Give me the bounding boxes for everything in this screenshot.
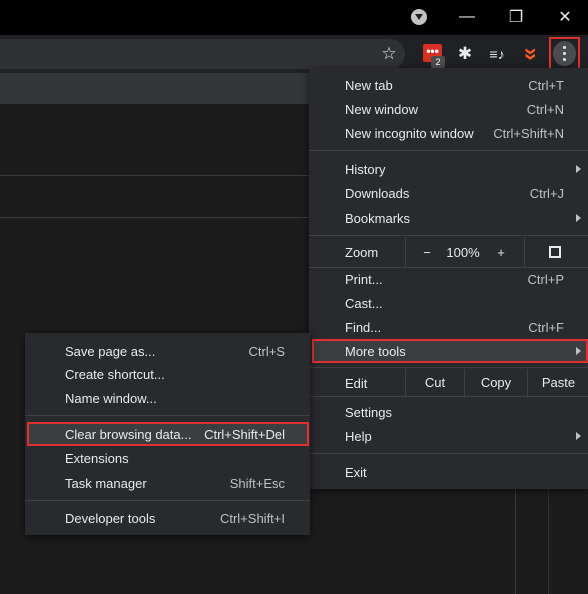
- menu-item-new-window[interactable]: New window Ctrl+N: [309, 97, 588, 121]
- menu-item-history[interactable]: History: [309, 157, 588, 181]
- menu-item-cast[interactable]: Cast...: [309, 291, 588, 315]
- menu-separator: [309, 150, 588, 151]
- restore-icon: ❐: [508, 9, 524, 26]
- menu-item-downloads[interactable]: Downloads Ctrl+J: [309, 181, 588, 205]
- zoom-label: Zoom: [345, 245, 379, 260]
- cut-button[interactable]: Cut: [405, 369, 464, 396]
- chevron-right-icon: [576, 214, 581, 222]
- menu-button[interactable]: [549, 37, 580, 70]
- fullscreen-icon: [549, 246, 561, 258]
- minimize-icon: —: [459, 8, 475, 25]
- clear-browsing-shortcut: Ctrl+Shift+Del: [204, 427, 285, 442]
- menu-item-create-shortcut[interactable]: Create shortcut...: [25, 362, 310, 386]
- menu-separator: [309, 453, 588, 454]
- scrollbar-track[interactable]: [515, 489, 516, 594]
- minimize-button[interactable]: —: [447, 0, 487, 34]
- chrome-main-menu: New tab Ctrl+T New window Ctrl+N New inc…: [309, 68, 588, 489]
- edit-row: Edit Cut Copy Paste: [309, 369, 588, 396]
- menu-item-new-tab[interactable]: New tab Ctrl+T: [309, 73, 588, 97]
- clear-browsing-label: Clear browsing data...: [65, 427, 192, 442]
- menu-item-exit[interactable]: Exit: [309, 460, 588, 484]
- zoom-out-button[interactable]: −: [413, 237, 441, 267]
- media-control-button[interactable]: ≡♪: [483, 39, 511, 69]
- content-divider: [0, 175, 320, 176]
- menu-separator: [309, 235, 588, 236]
- address-bar[interactable]: [0, 39, 405, 69]
- menu-separator: [25, 415, 310, 416]
- chevron-extension-icon: »: [518, 47, 545, 61]
- menu-item-task-manager[interactable]: Task manager Shift+Esc: [25, 471, 310, 495]
- menu-item-help[interactable]: Help: [309, 424, 588, 448]
- extensions-button[interactable]: ✱: [451, 39, 479, 69]
- more-tools-label: More tools: [345, 344, 406, 359]
- menu-item-print[interactable]: Print... Ctrl+P: [309, 267, 588, 291]
- star-icon: ☆: [381, 44, 397, 63]
- close-window-button[interactable]: ✕: [545, 0, 585, 34]
- menu-item-clear-browsing-data[interactable]: Clear browsing data... Ctrl+Shift+Del: [27, 422, 309, 446]
- bookmark-star-button[interactable]: ☆: [375, 39, 403, 69]
- menu-separator: [309, 396, 588, 397]
- media-playlist-icon: ≡♪: [489, 46, 505, 62]
- content-divider: [0, 217, 320, 218]
- zoom-level: 100%: [446, 244, 480, 260]
- menu-item-bookmarks[interactable]: Bookmarks: [309, 206, 588, 230]
- menu-item-name-window[interactable]: Name window...: [25, 386, 310, 410]
- zoom-row: Zoom − 100% +: [309, 237, 588, 267]
- menu-separator: [25, 500, 310, 501]
- menu-item-more-tools[interactable]: More tools: [312, 339, 588, 363]
- menu-item-find[interactable]: Find... Ctrl+F: [309, 315, 588, 339]
- chevron-right-icon: [576, 432, 581, 440]
- menu-item-developer-tools[interactable]: Developer tools Ctrl+Shift+I: [25, 506, 310, 530]
- content-divider: [548, 489, 549, 594]
- menu-item-new-incognito[interactable]: New incognito window Ctrl+Shift+N: [309, 121, 588, 145]
- profile-dropdown-icon[interactable]: [411, 9, 427, 25]
- restore-button[interactable]: ❐: [496, 0, 536, 34]
- puzzle-icon: ✱: [457, 44, 473, 63]
- kebab-menu-icon: [553, 41, 576, 66]
- close-icon: ✕: [558, 9, 572, 26]
- fullscreen-button[interactable]: [541, 237, 569, 267]
- menu-item-extensions[interactable]: Extensions: [25, 446, 310, 470]
- copy-button[interactable]: Copy: [464, 369, 527, 396]
- paste-button[interactable]: Paste: [527, 369, 588, 396]
- menu-separator: [309, 367, 588, 368]
- brave-extension-button[interactable]: »: [516, 40, 546, 68]
- menu-item-settings[interactable]: Settings: [309, 400, 588, 424]
- chevron-right-icon: [576, 165, 581, 173]
- menu-item-save-page[interactable]: Save page as... Ctrl+S: [25, 339, 310, 363]
- chevron-right-icon: [576, 347, 581, 355]
- edit-label: Edit: [345, 376, 368, 391]
- extension-badge: 2: [431, 56, 445, 68]
- zoom-in-button[interactable]: +: [487, 237, 515, 267]
